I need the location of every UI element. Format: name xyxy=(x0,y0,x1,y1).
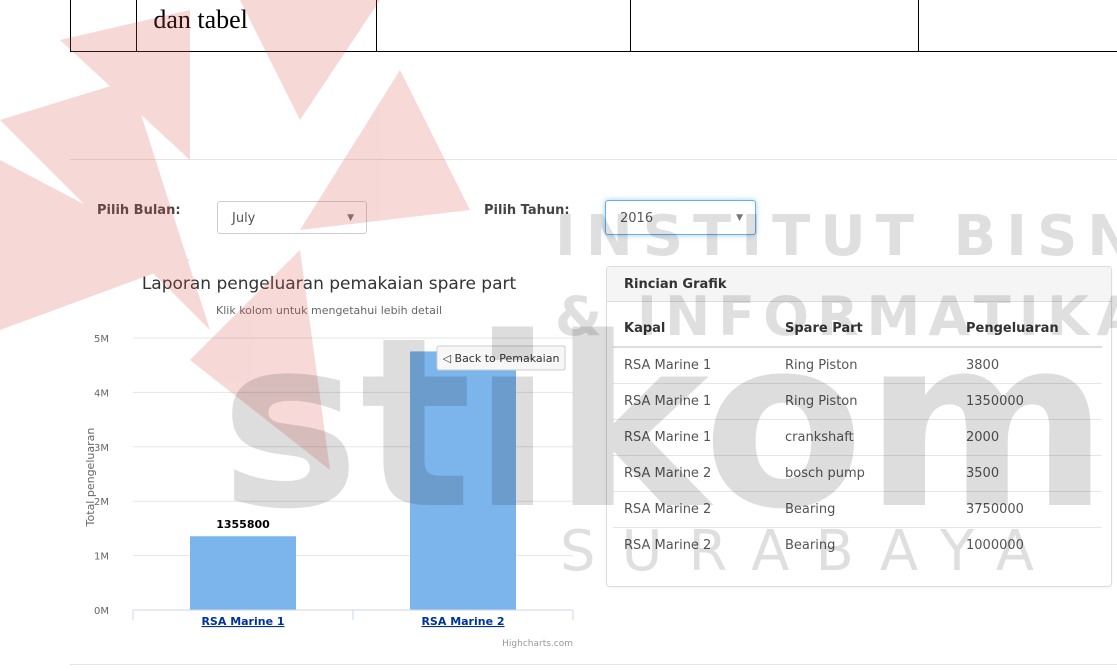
y-tick-label: 0M xyxy=(94,606,109,617)
doc-cell-empty xyxy=(69,0,138,52)
doc-cell-empty xyxy=(629,0,920,52)
table-row: RSA Marine 2 Bearing 1000000 xyxy=(613,527,1102,563)
chevron-down-icon: ▼ xyxy=(347,213,354,223)
details-table: Kapal Spare Part Pengeluaran RSA Marine … xyxy=(613,311,1102,563)
y-tick-label: 1M xyxy=(94,552,109,563)
cell-spare-part: crankshaft xyxy=(774,419,955,456)
cell-pengeluaran: 2000 xyxy=(955,419,1102,456)
col-header-kapal: Kapal xyxy=(613,311,774,348)
table-row: RSA Marine 1 Ring Piston 1350000 xyxy=(613,383,1102,420)
cell-kapal: RSA Marine 2 xyxy=(613,455,774,492)
cell-pengeluaran: 3750000 xyxy=(955,491,1102,528)
year-select-value: 2016 xyxy=(620,211,654,226)
data-label: 1355800 xyxy=(216,518,270,531)
back-button-label[interactable]: ◁ Back to Pemakaian xyxy=(443,352,560,365)
table-row: RSA Marine 2 Bearing 3750000 xyxy=(613,491,1102,528)
cell-pengeluaran: 3800 xyxy=(966,358,1000,373)
divider-top xyxy=(70,159,1117,160)
doc-cell-text: dan tabel xyxy=(136,0,377,52)
back-button[interactable]: ◁ Back to Pemakaian xyxy=(436,345,566,371)
year-select[interactable]: 2016 ▼ xyxy=(605,200,756,235)
cell-spare-part: Bearing xyxy=(774,527,955,563)
bar[interactable] xyxy=(190,536,296,610)
month-select-value: July xyxy=(232,211,256,226)
document-table-fragment: dan tabel xyxy=(69,0,1117,52)
col-header-pengeluaran: Pengeluaran xyxy=(955,311,1102,348)
month-label: Pilih Bulan: xyxy=(97,203,181,218)
doc-cell-label: dan tabel xyxy=(153,5,248,34)
chart-subtitle: Klik kolom untuk mengetahui lebih detail xyxy=(216,304,442,317)
bar-series[interactable]: 1355800 xyxy=(190,351,516,610)
month-select[interactable]: July ▼ xyxy=(217,201,367,234)
table-row: RSA Marine 1 Ring Piston 3800 xyxy=(613,347,1102,384)
y-tick-label: 4M xyxy=(94,388,109,399)
details-header-row: Kapal Spare Part Pengeluaran xyxy=(613,311,1102,348)
year-label: Pilih Tahun: xyxy=(484,203,570,218)
cell-spare-part: Bearing xyxy=(774,491,955,528)
col-header-spare-part: Spare Part xyxy=(774,311,955,348)
x-tick-label[interactable]: RSA Marine 2 xyxy=(421,615,504,628)
chart-title: Laporan pengeluaran pemakaian spare part xyxy=(142,274,517,294)
cell-spare-part: Ring Piston xyxy=(774,383,955,420)
cell-kapal: RSA Marine 1 xyxy=(613,383,774,420)
table-row: RSA Marine 2 bosch pump 3500 xyxy=(613,455,1102,492)
cell-kapal: RSA Marine 2 xyxy=(613,491,774,528)
y-tick-label: 2M xyxy=(94,497,109,508)
chevron-down-icon: ▼ xyxy=(736,213,743,223)
cell-kapal: RSA Marine 2 xyxy=(613,527,774,563)
cell-kapal: RSA Marine 1 xyxy=(613,419,774,456)
divider-bottom xyxy=(70,664,1117,665)
doc-cell-empty xyxy=(375,0,631,52)
details-panel-heading: Rincian Grafik xyxy=(607,267,1111,302)
x-tick-label[interactable]: RSA Marine 1 xyxy=(201,615,284,628)
bar-chart: Laporan pengeluaran pemakaian spare part… xyxy=(84,274,574,649)
cell-spare-part: Ring Piston xyxy=(785,358,858,373)
cell-spare-part: bosch pump xyxy=(774,455,955,492)
doc-cell-empty xyxy=(918,0,1117,52)
cell-pengeluaran: 1350000 xyxy=(955,383,1102,420)
cell-pengeluaran: 3500 xyxy=(955,455,1102,492)
chart-credits[interactable]: Highcharts.com xyxy=(502,639,573,649)
bar[interactable] xyxy=(410,351,516,610)
y-tick-label: 5M xyxy=(94,334,109,345)
details-panel: Rincian Grafik Kapal Spare Part Pengelua… xyxy=(606,266,1112,587)
cell-pengeluaran: 1000000 xyxy=(955,527,1102,563)
table-row: RSA Marine 1 crankshaft 2000 xyxy=(613,419,1102,456)
cell-kapal: RSA Marine 1 xyxy=(624,358,712,373)
y-tick-label: 3M xyxy=(94,443,109,454)
